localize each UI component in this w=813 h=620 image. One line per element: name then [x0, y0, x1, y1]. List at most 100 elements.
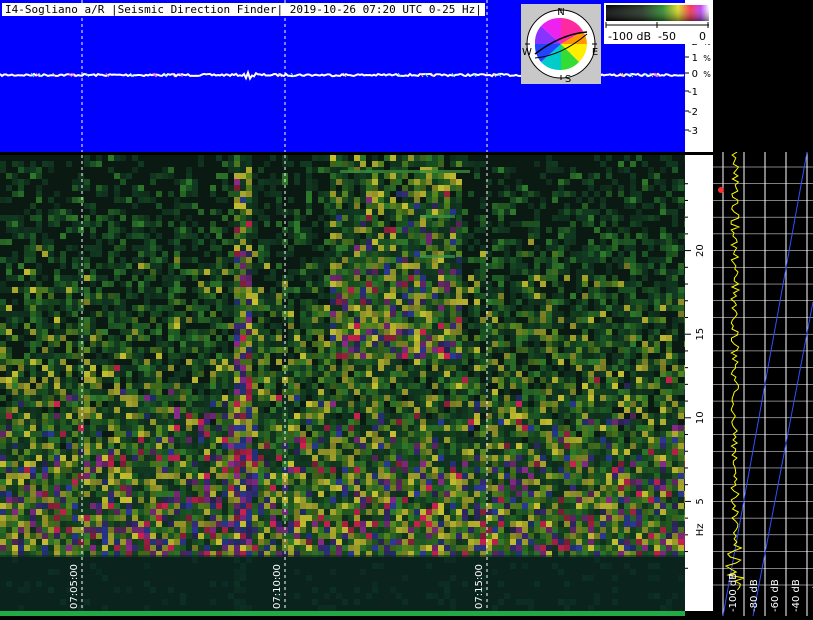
heatmap-cell	[42, 401, 48, 407]
heatmap-cell	[132, 407, 138, 413]
heatmap-cell	[588, 419, 594, 425]
heatmap-cell	[450, 239, 456, 245]
heatmap-cell	[468, 257, 474, 263]
heatmap-cell	[456, 257, 462, 263]
heatmap-cell	[378, 419, 384, 425]
heatmap-cell	[600, 329, 606, 335]
heatmap-cell	[492, 293, 498, 299]
heatmap-cell	[312, 263, 318, 269]
heatmap-cell	[192, 329, 198, 335]
heatmap-cell	[108, 449, 114, 455]
heatmap-cell	[120, 473, 126, 479]
heatmap-cell	[0, 305, 6, 311]
heatmap-cell	[438, 365, 444, 371]
heatmap-cell	[432, 245, 438, 251]
heatmap-cell	[384, 485, 390, 491]
heatmap-cell	[564, 467, 570, 473]
heatmap-cell	[78, 395, 84, 401]
heatmap-cell	[366, 269, 372, 275]
heatmap-cell	[414, 437, 420, 443]
heatmap-cell	[582, 371, 588, 377]
heatmap-cell	[324, 407, 330, 413]
heatmap-cell	[492, 431, 498, 437]
heatmap-cell	[180, 275, 186, 281]
heatmap-cell	[6, 275, 12, 281]
heatmap-cell	[510, 317, 516, 323]
heatmap-cell	[636, 347, 642, 353]
heatmap-cell	[156, 419, 162, 425]
heatmap-cell	[174, 359, 180, 365]
heatmap-cell	[102, 473, 108, 479]
heatmap-cell	[240, 395, 246, 401]
heatmap-cell	[30, 287, 36, 293]
heatmap-cell	[630, 419, 636, 425]
heatmap-cell	[276, 329, 282, 335]
heatmap-cell	[54, 215, 60, 221]
heatmap-cell	[240, 425, 246, 431]
heatmap-cell	[420, 347, 426, 353]
heatmap-cell	[504, 341, 510, 347]
heatmap-cell	[504, 317, 510, 323]
heatmap-cell	[330, 203, 336, 209]
heatmap-cell	[438, 263, 444, 269]
heatmap-cell	[378, 389, 384, 395]
heatmap-cell	[468, 437, 474, 443]
heatmap-cell	[48, 437, 54, 443]
heatmap-cell	[570, 191, 576, 197]
heatmap-cell	[576, 251, 582, 257]
heatmap-cell	[240, 347, 246, 353]
heatmap-cell	[558, 191, 564, 197]
heatmap-cell	[540, 419, 546, 425]
heatmap-cell	[360, 377, 366, 383]
heatmap-cell	[108, 467, 114, 473]
heatmap-cell	[30, 467, 36, 473]
heatmap-cell	[162, 485, 168, 491]
heatmap-cell	[438, 347, 444, 353]
heatmap-cell	[0, 197, 6, 203]
heatmap-cell	[114, 431, 120, 437]
heatmap-cell	[102, 485, 108, 491]
heatmap-cell	[42, 323, 48, 329]
heatmap-cell	[102, 341, 108, 347]
heatmap-cell	[240, 203, 246, 209]
heatmap-cell	[360, 395, 366, 401]
heatmap-cell	[570, 293, 576, 299]
heatmap-cell	[612, 479, 618, 485]
heatmap-cell	[174, 203, 180, 209]
heatmap-cell	[630, 383, 636, 389]
heatmap-cell	[612, 377, 618, 383]
heatmap-cell	[480, 419, 486, 425]
heatmap-cell	[384, 251, 390, 257]
heatmap-cell	[330, 353, 336, 359]
heatmap-cell	[678, 479, 684, 485]
heatmap-cell	[6, 461, 12, 467]
heatmap-cell	[186, 419, 192, 425]
heatmap-cell	[450, 275, 456, 281]
heatmap-cell	[396, 245, 402, 251]
heatmap-cell	[198, 293, 204, 299]
heatmap-cell	[270, 299, 276, 305]
heatmap-cell	[276, 479, 282, 485]
heatmap-cell	[612, 245, 618, 251]
heatmap-cell	[456, 377, 462, 383]
heatmap-cell	[492, 377, 498, 383]
heatmap-cell	[456, 239, 462, 245]
heatmap-cell	[156, 365, 162, 371]
heatmap-cell	[402, 425, 408, 431]
heatmap-cell	[420, 209, 426, 215]
heatmap-cell	[414, 263, 420, 269]
heatmap-cell	[108, 227, 114, 233]
heatmap-cell	[312, 371, 318, 377]
heatmap-cell	[666, 155, 672, 161]
heatmap-cell	[114, 155, 120, 161]
heatmap-cell	[36, 191, 42, 197]
heatmap-cell	[576, 347, 582, 353]
heatmap-cell	[522, 413, 528, 419]
heatmap-cell	[126, 293, 132, 299]
heatmap-cell	[240, 371, 246, 377]
heatmap-cell	[630, 365, 636, 371]
heatmap-cell	[300, 257, 306, 263]
heatmap-cell	[480, 203, 486, 209]
heatmap-cell	[246, 359, 252, 365]
heatmap-cell	[24, 251, 30, 257]
